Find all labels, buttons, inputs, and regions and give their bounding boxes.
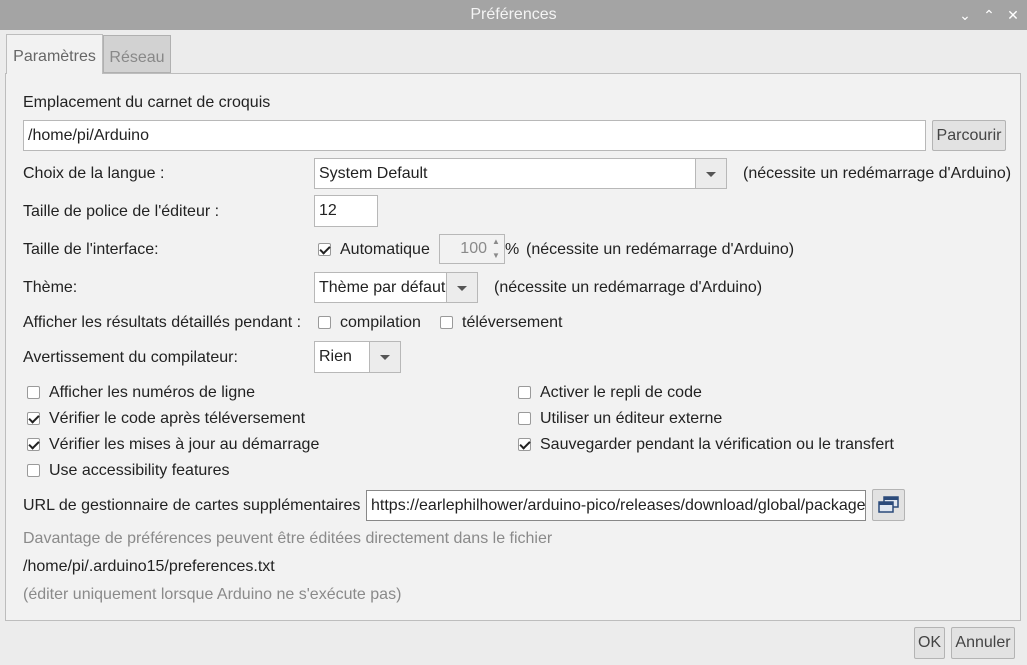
- sketchbook-path-input[interactable]: /home/pi/Arduino: [23, 120, 926, 151]
- window-title: Préférences: [470, 6, 557, 23]
- verbose-compile-checkbox[interactable]: [318, 316, 331, 329]
- chevron-down-icon: [369, 342, 400, 372]
- check-updates-label: Vérifier les mises à jour au démarrage: [49, 436, 320, 453]
- interface-label: Taille de l'interface:: [23, 241, 159, 258]
- code-folding-checkbox[interactable]: [518, 386, 531, 399]
- ok-button[interactable]: OK: [914, 627, 945, 659]
- line-numbers-label: Afficher les numéros de ligne: [49, 384, 256, 401]
- prefs-file-path[interactable]: /home/pi/.arduino15/preferences.txt: [23, 558, 275, 576]
- external-editor-checkbox[interactable]: [518, 412, 531, 425]
- settings-panel: Emplacement du carnet de croquis /home/p…: [5, 73, 1021, 621]
- theme-value: Thème par défaut: [319, 279, 446, 296]
- minimize-icon[interactable]: ⌄: [956, 6, 974, 24]
- browse-button[interactable]: Parcourir: [932, 120, 1006, 151]
- verbose-label: Afficher les résultats détaillés pendant…: [23, 314, 302, 331]
- check-updates-checkbox[interactable]: [27, 438, 40, 451]
- language-label: Choix de la langue :: [23, 165, 165, 182]
- save-on-verify-label: Sauvegarder pendant la vérification ou l…: [540, 436, 894, 453]
- sketchbook-label: Emplacement du carnet de croquis: [23, 94, 271, 111]
- tab-reseau[interactable]: Réseau: [103, 35, 171, 73]
- verify-upload-checkbox[interactable]: [27, 412, 40, 425]
- maximize-icon[interactable]: ⌃: [980, 6, 998, 24]
- auto-scale-label: Automatique: [340, 241, 430, 258]
- boards-url-label: URL de gestionnaire de cartes supplément…: [23, 497, 361, 514]
- fontsize-label: Taille de police de l'éditeur :: [23, 203, 220, 220]
- more-prefs-info: Davantage de préférences peuvent être éd…: [23, 530, 553, 547]
- verbose-compile-label: compilation: [340, 314, 421, 331]
- warnings-value: Rien: [319, 348, 352, 365]
- accessibility-checkbox[interactable]: [27, 464, 40, 477]
- language-value: System Default: [319, 165, 428, 182]
- interface-note: (nécessite un redémarrage d'Arduino): [526, 241, 795, 258]
- spinner-up-icon[interactable]: ▲: [492, 236, 500, 247]
- code-folding-label: Activer le repli de code: [540, 384, 702, 401]
- save-on-verify-checkbox[interactable]: [518, 438, 531, 451]
- language-select[interactable]: System Default: [314, 158, 727, 189]
- tab-parametres[interactable]: Paramètres: [6, 34, 103, 74]
- close-icon[interactable]: ✕: [1004, 6, 1022, 24]
- spinner-down-icon[interactable]: ▼: [492, 250, 500, 261]
- theme-note: (nécessite un redémarrage d'Arduino): [494, 279, 763, 296]
- verbose-upload-checkbox[interactable]: [440, 316, 453, 329]
- warnings-select[interactable]: Rien: [314, 341, 401, 373]
- chevron-down-icon: [446, 273, 477, 302]
- window-list-icon[interactable]: [872, 489, 905, 521]
- fontsize-input[interactable]: 12: [314, 195, 378, 227]
- chevron-down-icon: [695, 159, 726, 188]
- edit-hint: (éditer uniquement lorsque Arduino ne s'…: [23, 586, 402, 603]
- theme-select[interactable]: Thème par défaut: [314, 272, 478, 303]
- external-editor-label: Utiliser un éditeur externe: [540, 410, 723, 427]
- accessibility-label: Use accessibility features: [49, 462, 230, 479]
- warnings-label: Avertissement du compilateur:: [23, 349, 238, 366]
- theme-label: Thème:: [23, 279, 78, 296]
- line-numbers-checkbox[interactable]: [27, 386, 40, 399]
- verify-upload-label: Vérifier le code après téléversement: [49, 410, 306, 427]
- interface-unit: %: [505, 241, 520, 258]
- title-bar: Préférences ⌄ ⌃ ✕: [0, 0, 1027, 30]
- verbose-upload-label: téléversement: [462, 314, 563, 331]
- language-note: (nécessite un redémarrage d'Arduino): [743, 165, 1012, 182]
- boards-url-input[interactable]: https://earlephilhower/arduino-pico/rele…: [366, 490, 866, 521]
- cancel-button[interactable]: Annuler: [951, 627, 1015, 659]
- auto-scale-checkbox[interactable]: [318, 243, 331, 256]
